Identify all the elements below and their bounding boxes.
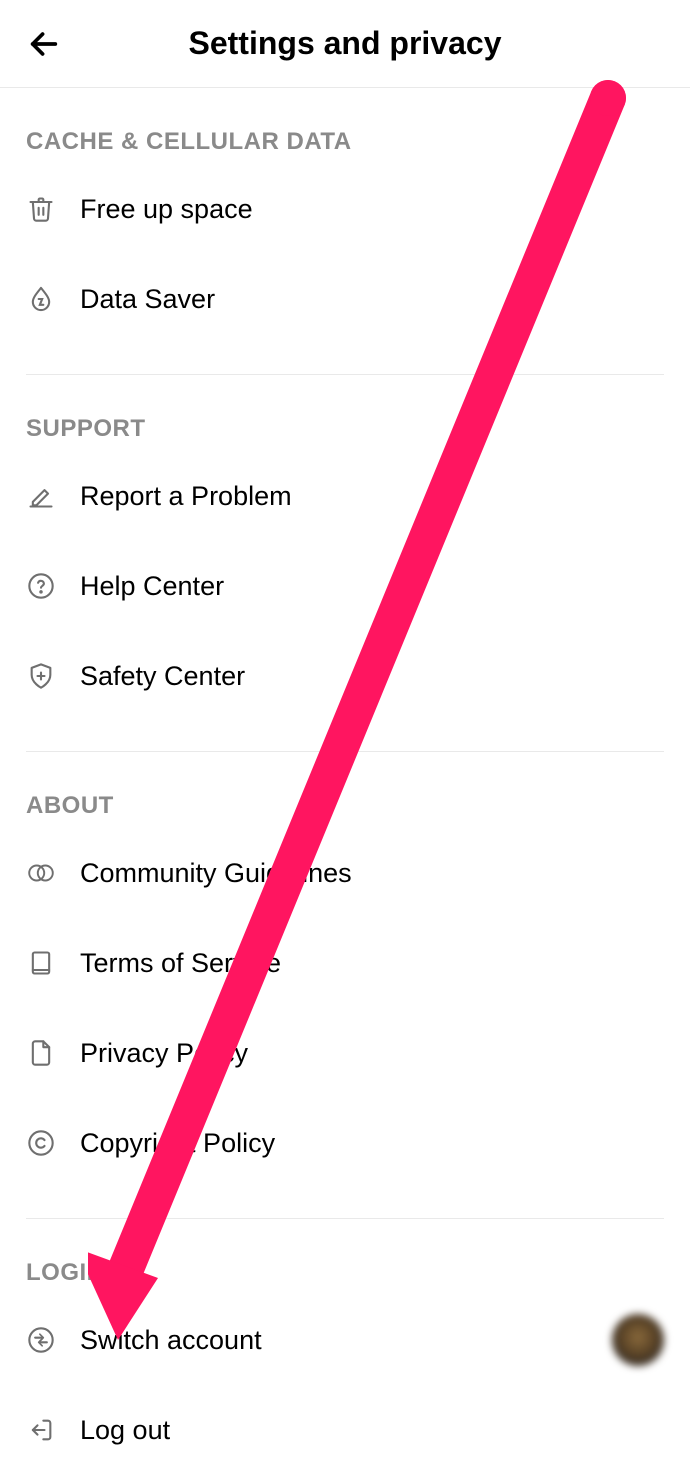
list-login: Switch account Log out xyxy=(26,1295,664,1475)
section-cache: CACHE & CELLULAR DATA Free up space xyxy=(0,88,690,344)
item-help-center[interactable]: Help Center xyxy=(26,541,664,631)
logout-icon xyxy=(26,1415,56,1445)
list-cache: Free up space Data Saver xyxy=(26,164,664,344)
item-label: Terms of Service xyxy=(80,948,281,979)
item-label: Privacy Policy xyxy=(80,1038,248,1069)
section-about: ABOUT Community Guidelines xyxy=(0,752,690,1188)
file-icon xyxy=(26,1038,56,1068)
item-label: Copyright Policy xyxy=(80,1128,275,1159)
list-about: Community Guidelines Terms of Service xyxy=(26,828,664,1188)
question-circle-icon xyxy=(26,571,56,601)
item-free-up-space[interactable]: Free up space xyxy=(26,164,664,254)
section-header-about: ABOUT xyxy=(26,752,664,828)
arrow-left-icon xyxy=(27,27,61,61)
trash-icon xyxy=(26,194,56,224)
item-data-saver[interactable]: Data Saver xyxy=(26,254,664,344)
section-support: SUPPORT Report a Problem xyxy=(0,375,690,721)
copyright-icon xyxy=(26,1128,56,1158)
pencil-icon xyxy=(26,481,56,511)
item-label: Report a Problem xyxy=(80,481,292,512)
item-copyright-policy[interactable]: Copyright Policy xyxy=(26,1098,664,1188)
item-terms-of-service[interactable]: Terms of Service xyxy=(26,918,664,1008)
overlapping-circles-icon xyxy=(26,858,56,888)
item-safety-center[interactable]: Safety Center xyxy=(26,631,664,721)
section-login: LOGIN Switch account xyxy=(0,1219,690,1475)
section-header-login: LOGIN xyxy=(26,1219,664,1295)
item-label: Safety Center xyxy=(80,661,245,692)
item-label: Free up space xyxy=(80,194,253,225)
item-community-guidelines[interactable]: Community Guidelines xyxy=(26,828,664,918)
section-header-support: SUPPORT xyxy=(26,375,664,451)
page-title: Settings and privacy xyxy=(24,25,666,62)
item-label: Community Guidelines xyxy=(80,858,352,889)
back-button[interactable] xyxy=(24,24,64,64)
list-support: Report a Problem Help Center xyxy=(26,451,664,721)
item-label: Log out xyxy=(80,1415,170,1446)
item-label: Switch account xyxy=(80,1325,262,1356)
section-header-cache: CACHE & CELLULAR DATA xyxy=(26,88,664,164)
shield-icon xyxy=(26,661,56,691)
header-bar: Settings and privacy xyxy=(0,0,690,88)
item-switch-account[interactable]: Switch account xyxy=(26,1295,664,1385)
avatar xyxy=(612,1314,664,1366)
settings-page: Settings and privacy CACHE & CELLULAR DA… xyxy=(0,0,690,1475)
book-icon xyxy=(26,948,56,978)
item-label: Help Center xyxy=(80,571,224,602)
item-privacy-policy[interactable]: Privacy Policy xyxy=(26,1008,664,1098)
switch-icon xyxy=(26,1325,56,1355)
drop-icon xyxy=(26,284,56,314)
item-log-out[interactable]: Log out xyxy=(26,1385,664,1475)
item-report-problem[interactable]: Report a Problem xyxy=(26,451,664,541)
item-label: Data Saver xyxy=(80,284,215,315)
